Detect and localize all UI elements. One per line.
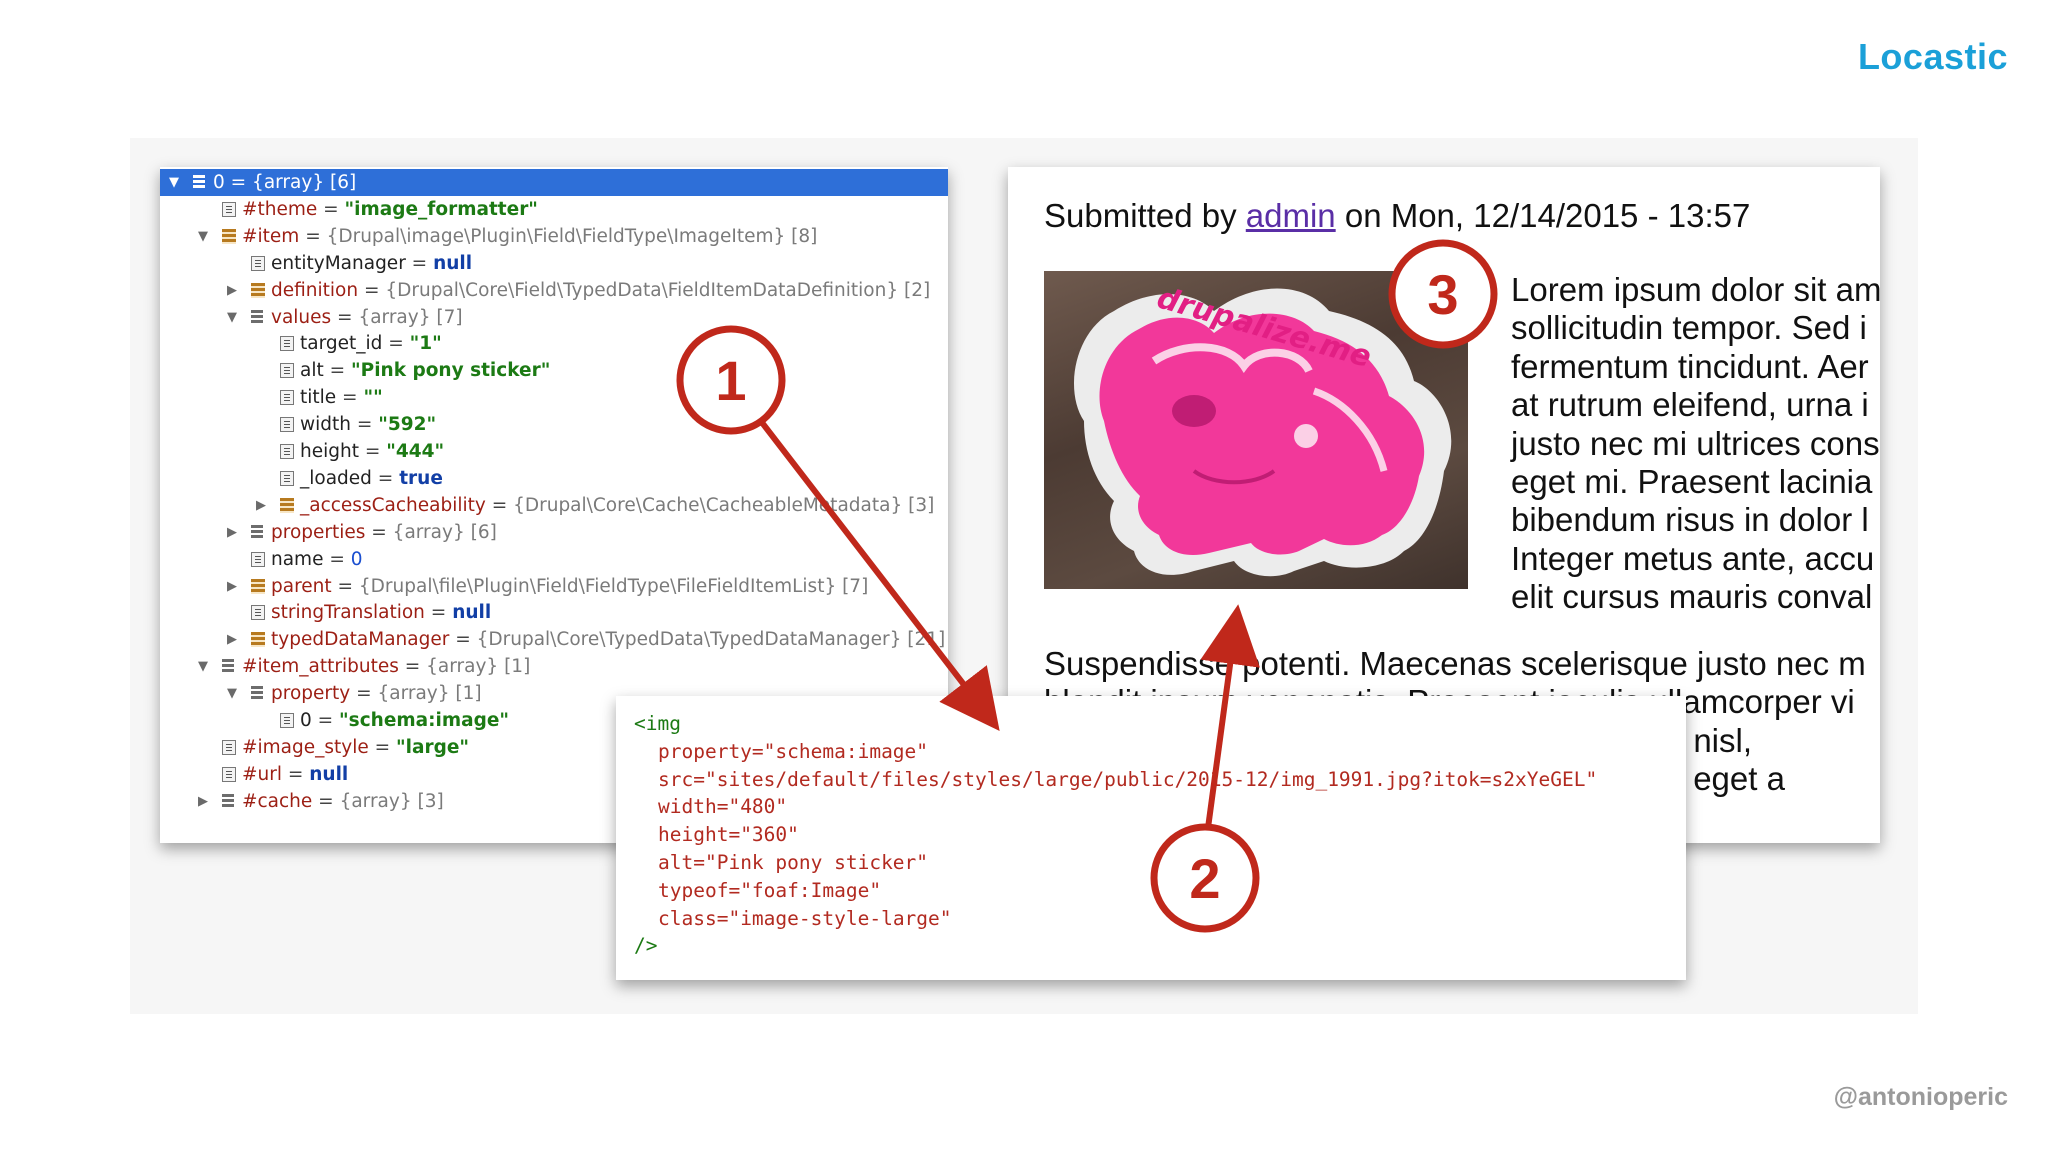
annotation-overlay: 1 2 3	[676, 239, 1498, 933]
annotation-number-2: 2	[1189, 847, 1220, 910]
annotation-badge-1: 1	[676, 325, 786, 435]
annotation-number-1: 1	[715, 349, 746, 412]
arrow-2	[1200, 604, 1260, 829]
annotation-badge-3: 3	[1388, 239, 1498, 349]
annotation-badge-2: 2	[1150, 823, 1260, 933]
annotation-number-3: 3	[1427, 263, 1458, 326]
arrow-1	[757, 418, 1000, 732]
